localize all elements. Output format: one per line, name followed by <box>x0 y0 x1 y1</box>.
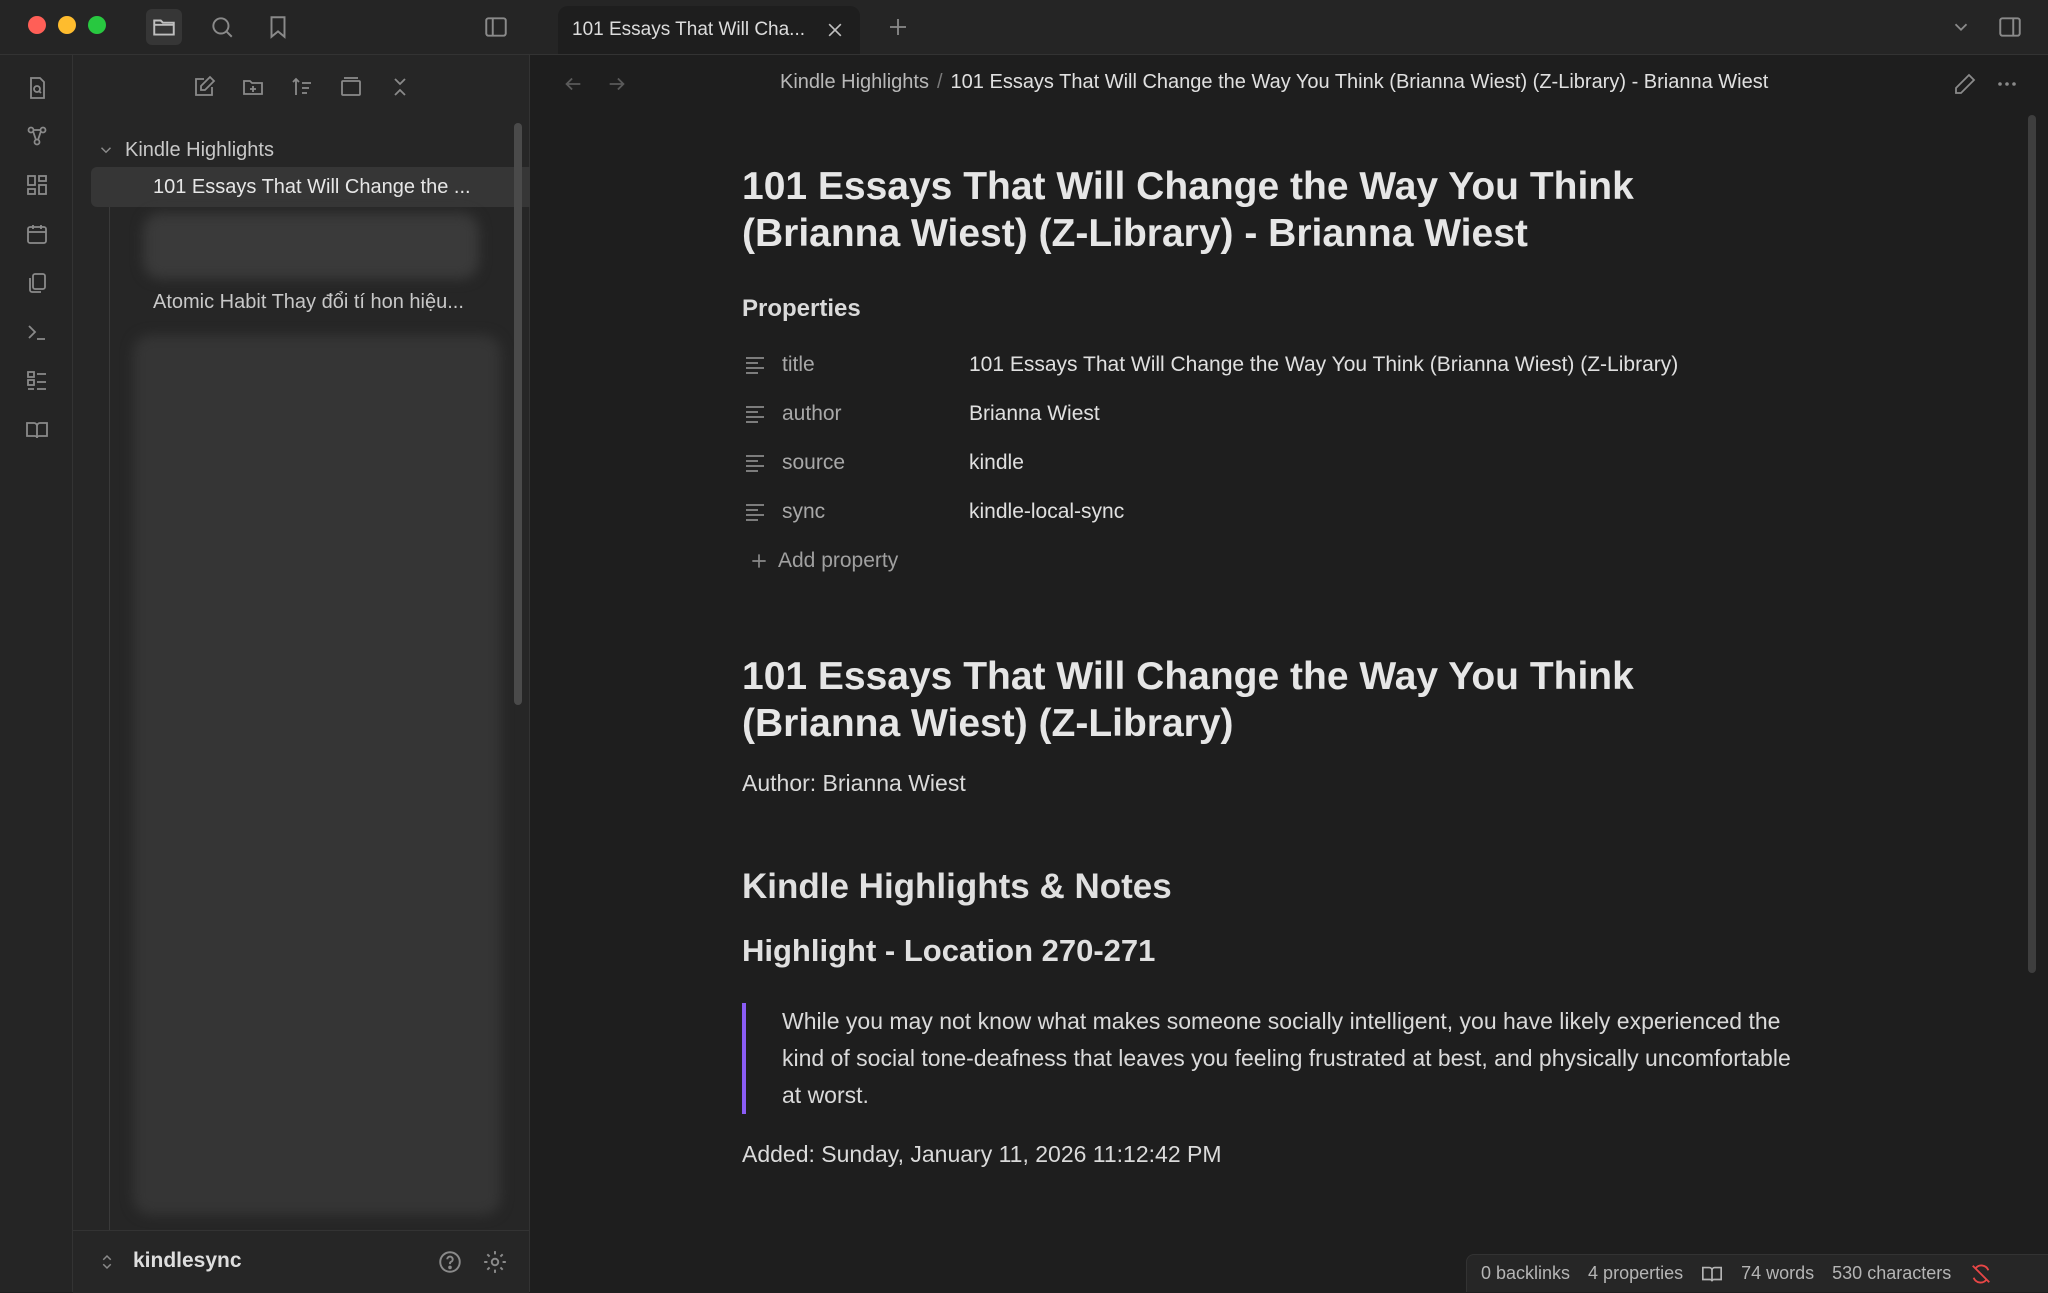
add-property-label: Add property <box>778 549 899 572</box>
redacted-file-items <box>143 213 479 279</box>
chevron-down-icon[interactable] <box>1943 9 1979 45</box>
collapse-all-icon[interactable] <box>383 70 417 104</box>
word-count: 74 words <box>1741 1263 1815 1283</box>
file-explorer: Kindle Highlights 101 Essays That Will C… <box>73 55 563 1293</box>
text-lines-icon <box>742 499 768 525</box>
status-bar: 0 backlinks 4 properties 74 words 530 ch… <box>1466 1254 2048 1292</box>
chevron-down-icon <box>95 139 117 161</box>
breadcrumb-parent[interactable]: Kindle Highlights <box>780 71 929 93</box>
more-options-icon[interactable] <box>1990 67 2024 101</box>
property-key[interactable]: title <box>782 353 969 377</box>
help-icon[interactable] <box>433 1245 467 1279</box>
graph-view-icon[interactable] <box>20 119 54 153</box>
tree-indent-guide <box>109 173 110 1273</box>
text-lines-icon <box>742 401 768 427</box>
property-row-sync[interactable]: sync kindle-local-sync <box>742 492 1842 532</box>
text-lines-icon <box>742 352 768 378</box>
title-bar: 101 Essays That Will Cha... <box>0 0 2048 55</box>
quick-switcher-icon[interactable] <box>20 71 54 105</box>
bookmark-icon[interactable] <box>260 9 296 45</box>
vault-bar: kindlesync <box>73 1230 529 1293</box>
new-note-icon[interactable] <box>187 70 221 104</box>
folder-icon[interactable] <box>146 9 182 45</box>
tab-active-note[interactable]: 101 Essays That Will Cha... <box>558 6 860 54</box>
sort-icon[interactable] <box>285 70 319 104</box>
close-icon[interactable] <box>824 19 846 41</box>
gear-icon[interactable] <box>478 1245 512 1279</box>
author-line: Author: Brianna Wiest <box>742 770 966 796</box>
highlight-blockquote: While you may not know what makes someon… <box>742 1003 1802 1114</box>
breadcrumb: Kindle Highlights / 101 Essays That Will C… <box>780 71 1768 94</box>
property-value[interactable]: kindle <box>969 451 1024 475</box>
window-minimize-button[interactable] <box>58 16 76 34</box>
property-key[interactable]: author <box>782 402 969 426</box>
file-item-active[interactable]: 101 Essays That Will Change the ... <box>91 167 563 207</box>
properties-heading[interactable]: Properties <box>742 295 861 323</box>
property-row-source[interactable]: source kindle <box>742 443 1842 483</box>
book-open-icon[interactable] <box>1701 1263 1723 1285</box>
vault-name[interactable]: kindlesync <box>133 1249 242 1273</box>
right-sidebar-icon[interactable] <box>1992 9 2028 45</box>
command-palette-icon[interactable] <box>20 315 54 349</box>
plus-icon <box>748 550 770 572</box>
sync-error-icon[interactable] <box>1969 1262 1993 1286</box>
collapse-view-icon[interactable] <box>334 70 368 104</box>
canvas-icon[interactable] <box>20 168 54 202</box>
breadcrumb-separator: / <box>936 71 943 93</box>
folder-kindle-highlights[interactable]: Kindle Highlights <box>95 130 274 170</box>
pencil-icon[interactable] <box>1948 67 1982 101</box>
redacted-file-list <box>133 335 501 1215</box>
property-row-author[interactable]: author Brianna Wiest <box>742 394 1842 434</box>
sidebar-toggle-icon[interactable] <box>478 9 514 45</box>
reading-icon[interactable] <box>20 413 54 447</box>
heading-1: 101 Essays That Will Change the Way You … <box>742 655 1634 745</box>
property-row-title[interactable]: title 101 Essays That Will Change the Wa… <box>742 345 1842 385</box>
daily-note-icon[interactable] <box>20 217 54 251</box>
bases-icon[interactable] <box>20 364 54 398</box>
heading-2: Kindle Highlights & Notes <box>742 867 1172 906</box>
arrow-left-icon[interactable] <box>558 69 588 99</box>
editor-scrollbar[interactable] <box>2028 115 2036 973</box>
window-maximize-button[interactable] <box>88 16 106 34</box>
character-count: 530 characters <box>1832 1263 1952 1283</box>
vault-switcher-icon[interactable] <box>95 1249 119 1275</box>
inline-title[interactable]: 101 Essays That Will Change the Way You … <box>742 163 1802 257</box>
file-label: Atomic Habit Thay đổi tí hon hiệu... <box>153 291 464 313</box>
tab-title: 101 Essays That Will Cha... <box>572 19 806 40</box>
window-close-button[interactable] <box>28 16 46 34</box>
breadcrumb-current[interactable]: 101 Essays That Will Change the Way You … <box>951 71 1769 93</box>
backlinks-count[interactable]: 0 backlinks <box>1481 1263 1570 1284</box>
property-value[interactable]: Brianna Wiest <box>969 402 1100 426</box>
heading-3: Highlight - Location 270-271 <box>742 933 1156 968</box>
ribbon <box>0 55 73 1292</box>
added-timestamp: Added: Sunday, January 11, 2026 11:12:42… <box>742 1141 1222 1167</box>
property-value[interactable]: kindle-local-sync <box>969 500 1124 524</box>
file-label: 101 Essays That Will Change the ... <box>153 175 471 198</box>
folder-label: Kindle Highlights <box>125 138 274 161</box>
property-key[interactable]: source <box>782 451 969 475</box>
file-item[interactable]: Atomic Habit Thay đổi tí hon hiệu... <box>153 291 464 314</box>
explorer-scrollbar[interactable] <box>514 123 522 705</box>
search-icon[interactable] <box>204 9 240 45</box>
property-key[interactable]: sync <box>782 500 969 524</box>
templates-icon[interactable] <box>20 266 54 300</box>
text-lines-icon <box>742 450 768 476</box>
add-property-button[interactable]: Add property <box>748 549 898 573</box>
property-value[interactable]: 101 Essays That Will Change the Way You … <box>969 353 1678 377</box>
editor-pane: Kindle Highlights / 101 Essays That Will C… <box>530 55 2048 1292</box>
plus-icon[interactable] <box>880 9 916 45</box>
properties-count[interactable]: 4 properties <box>1588 1263 1683 1284</box>
new-folder-icon[interactable] <box>236 70 270 104</box>
arrow-right-icon[interactable] <box>602 69 632 99</box>
